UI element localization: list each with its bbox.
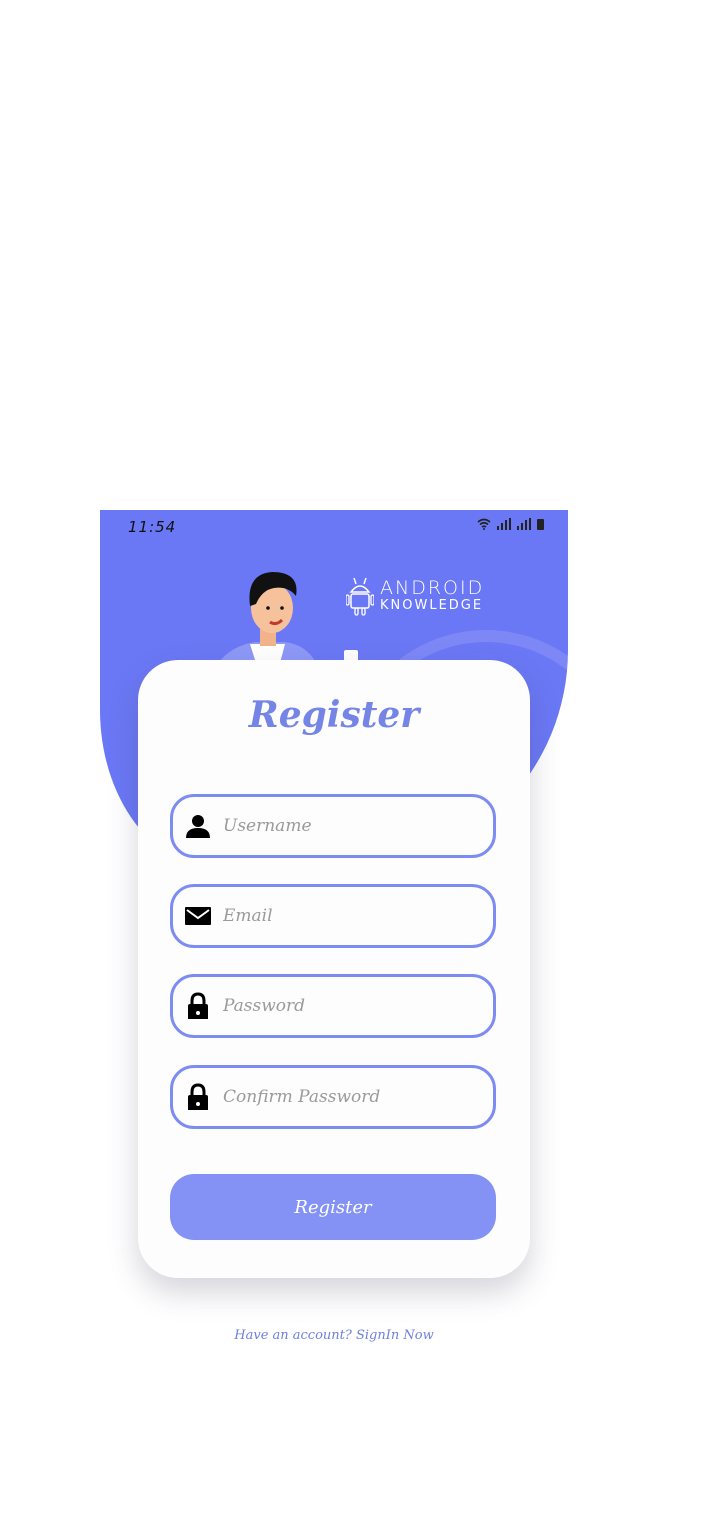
- register-button[interactable]: Register: [170, 1174, 496, 1240]
- battery-icon: [537, 519, 544, 530]
- username-field-container: [170, 794, 496, 858]
- logo-line2: KNOWLEDGE: [380, 598, 484, 614]
- app-window: 11:54 ANDROID KNOWLEDGE Register Usernam…: [100, 510, 568, 1380]
- status-bar-time: 11:54: [128, 518, 177, 536]
- status-bar-icons: [477, 518, 544, 530]
- password-field-container: [170, 974, 496, 1038]
- signin-link[interactable]: Have an account? SignIn Now: [100, 1328, 568, 1343]
- email-input[interactable]: [223, 887, 483, 945]
- android-robot-icon: [346, 577, 374, 616]
- signal-icon-2: [517, 518, 531, 530]
- signal-icon: [497, 518, 511, 530]
- wifi-icon: [477, 518, 491, 530]
- username-input[interactable]: [223, 797, 483, 855]
- lock-icon: [188, 1083, 208, 1110]
- password-input[interactable]: [223, 977, 483, 1035]
- envelope-icon: [185, 907, 211, 925]
- confirm-password-input[interactable]: [223, 1068, 483, 1126]
- page-title: Register: [248, 694, 420, 736]
- confirm-password-field-container: [170, 1065, 496, 1129]
- lock-icon: [188, 992, 208, 1019]
- person-icon: [186, 815, 210, 838]
- brand-logo: ANDROID KNOWLEDGE: [346, 576, 484, 616]
- logo-text: ANDROID KNOWLEDGE: [380, 577, 485, 614]
- logo-line1: ANDROID: [380, 577, 485, 600]
- screen: 11:54 ANDROID KNOWLEDGE Register Usernam…: [0, 0, 720, 1520]
- email-field-container: [170, 884, 496, 948]
- register-card: Register Username Email Register: [138, 660, 530, 1278]
